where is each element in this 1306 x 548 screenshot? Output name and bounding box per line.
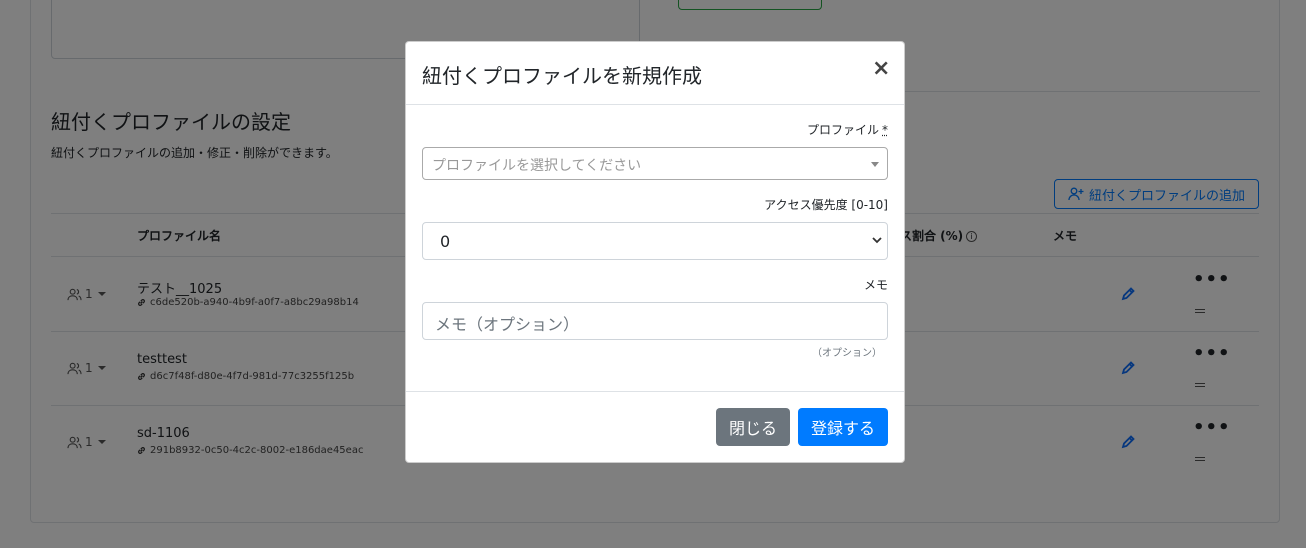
modal-footer-divider bbox=[406, 391, 904, 392]
dropdown-arrow-icon bbox=[871, 162, 879, 167]
access-priority-value: 0 bbox=[440, 232, 451, 251]
priority-label: アクセス優先度 [0-10] bbox=[764, 198, 888, 212]
create-linked-profile-modal: 紐付くプロファイルを新規作成 × プロファイル * プロファイルを選択してください… bbox=[405, 41, 905, 463]
profile-select-placeholder: プロファイルを選択してください bbox=[432, 158, 642, 174]
chevron-down-icon bbox=[872, 237, 882, 244]
profile-select[interactable]: プロファイルを選択してください bbox=[422, 147, 888, 180]
memo-label: メモ bbox=[863, 278, 888, 292]
submit-button[interactable]: 登録する bbox=[798, 408, 888, 446]
modal-title: 紐付くプロファイルを新規作成 bbox=[422, 64, 702, 88]
close-button[interactable]: 閉じる bbox=[716, 408, 790, 446]
modal-header: 紐付くプロファイルを新規作成 × bbox=[406, 42, 904, 105]
access-priority-select[interactable]: 0 bbox=[422, 222, 888, 260]
required-mark: * bbox=[882, 123, 888, 137]
memo-help-text: （オプション） bbox=[812, 348, 882, 359]
profile-label: プロファイル * bbox=[807, 121, 888, 138]
close-icon[interactable]: × bbox=[872, 56, 890, 82]
memo-input[interactable]: メモ（オプション） bbox=[422, 302, 888, 340]
memo-placeholder: メモ（オプション） bbox=[435, 315, 580, 334]
profile-label-text: プロファイル bbox=[806, 123, 879, 137]
